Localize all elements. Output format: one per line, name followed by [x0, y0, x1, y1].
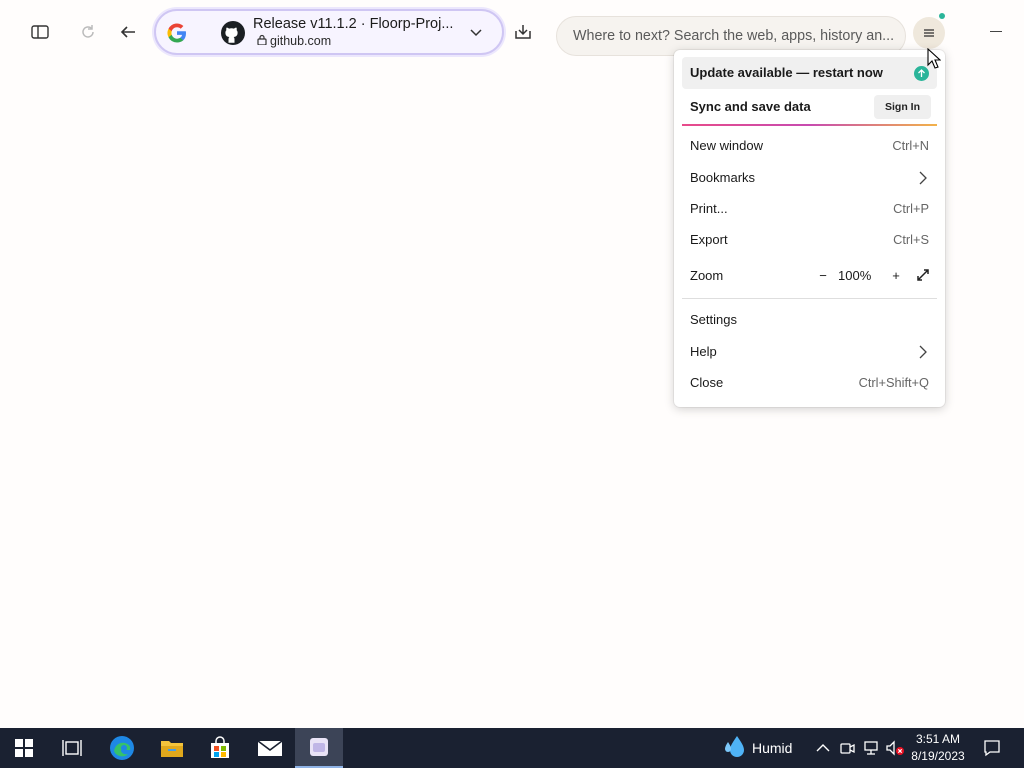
- menu-item-export[interactable]: Export Ctrl+S: [682, 224, 937, 256]
- url-host: github.com: [257, 34, 331, 48]
- menu-item-shortcut: Ctrl+Shift+Q: [858, 375, 929, 390]
- menu-item-label: Close: [690, 375, 724, 390]
- notification-icon[interactable]: [978, 728, 1006, 768]
- update-label: Update available — restart now: [690, 65, 883, 80]
- host-text: github.com: [270, 34, 332, 48]
- menu-item-bookmarks[interactable]: Bookmarks: [682, 162, 937, 194]
- weather-text: Humid: [752, 740, 793, 756]
- fullscreen-icon[interactable]: [911, 263, 935, 287]
- minimize-button[interactable]: [990, 31, 1002, 32]
- start-icon[interactable]: [0, 728, 48, 768]
- sync-label: Sync and save data: [690, 99, 811, 114]
- clock-date: 8/19/2023: [911, 749, 965, 763]
- google-icon[interactable]: [166, 22, 188, 44]
- menu-item-shortcut: Ctrl+S: [893, 232, 929, 247]
- search-placeholder: Where to next? Search the web, apps, his…: [573, 28, 895, 44]
- zoom-in-button[interactable]: +: [883, 262, 909, 288]
- menu-item-label: Settings: [690, 312, 737, 327]
- back-arrow-icon[interactable]: [112, 16, 144, 48]
- lock-icon[interactable]: [257, 34, 267, 48]
- menu-item-label: Print...: [690, 201, 728, 216]
- chevron-right-icon: [919, 345, 927, 362]
- edge-icon[interactable]: [98, 728, 146, 768]
- reload-icon[interactable]: [72, 16, 104, 48]
- chevron-up-icon[interactable]: [813, 728, 833, 768]
- menu-item-print[interactable]: Print... Ctrl+P: [682, 193, 937, 225]
- mail-icon[interactable]: [246, 728, 294, 768]
- network-icon[interactable]: [860, 728, 882, 768]
- menu-item-help[interactable]: Help: [682, 336, 937, 368]
- zoom-divider: [682, 298, 937, 299]
- zoom-label: Zoom: [690, 268, 724, 283]
- weather-widget[interactable]: Humid: [722, 728, 792, 768]
- menu-item-close[interactable]: Close Ctrl+Shift+Q: [682, 367, 937, 399]
- menu-item-label: New window: [690, 138, 763, 153]
- file-explorer-icon[interactable]: [148, 728, 196, 768]
- chevron-right-icon: [919, 171, 927, 188]
- volume-muted-icon[interactable]: [884, 728, 906, 768]
- update-dot-icon: [939, 13, 945, 19]
- mouse-cursor-icon: [927, 47, 942, 75]
- floorp-icon[interactable]: [295, 728, 343, 768]
- update-item[interactable]: Update available — restart now: [682, 57, 937, 89]
- download-icon[interactable]: [507, 16, 539, 48]
- sidebar-icon[interactable]: [24, 16, 56, 48]
- menu-item-new-window[interactable]: New window Ctrl+N: [682, 130, 937, 162]
- chevron-down-icon[interactable]: [469, 25, 483, 44]
- taskbar: Humid 3:51 AM 8/19/2023: [0, 728, 1024, 768]
- meet-now-icon[interactable]: [836, 728, 858, 768]
- app-menu: Update available — restart now Sync and …: [674, 50, 945, 407]
- hamburger-menu-icon[interactable]: [913, 17, 945, 49]
- water-drop-icon: [722, 734, 746, 763]
- menu-item-label: Bookmarks: [690, 170, 756, 185]
- zoom-row: Zoom − 100% +: [682, 260, 937, 292]
- sync-divider: [682, 124, 937, 126]
- menu-item-label: Help: [690, 344, 717, 359]
- store-icon[interactable]: [196, 728, 244, 768]
- system-clock[interactable]: 3:51 AM 8/19/2023: [906, 731, 970, 765]
- sync-item: Sync and save data Sign In: [682, 91, 937, 123]
- clock-time: 3:51 AM: [915, 732, 961, 746]
- zoom-value[interactable]: 100%: [838, 268, 871, 283]
- github-icon: [220, 20, 246, 46]
- tab-title: Release v11.1.2 · Floorp-Proj...: [253, 16, 454, 32]
- url-bar[interactable]: Release v11.1.2 · Floorp-Proj... github.…: [154, 9, 504, 55]
- menu-item-shortcut: Ctrl+P: [893, 201, 929, 216]
- sign-in-button[interactable]: Sign In: [874, 95, 931, 119]
- task-view-icon[interactable]: [48, 728, 96, 768]
- menu-item-label: Export: [690, 232, 728, 247]
- zoom-out-button[interactable]: −: [810, 262, 836, 288]
- menu-item-shortcut: Ctrl+N: [892, 138, 929, 153]
- menu-item-settings[interactable]: Settings: [682, 304, 937, 336]
